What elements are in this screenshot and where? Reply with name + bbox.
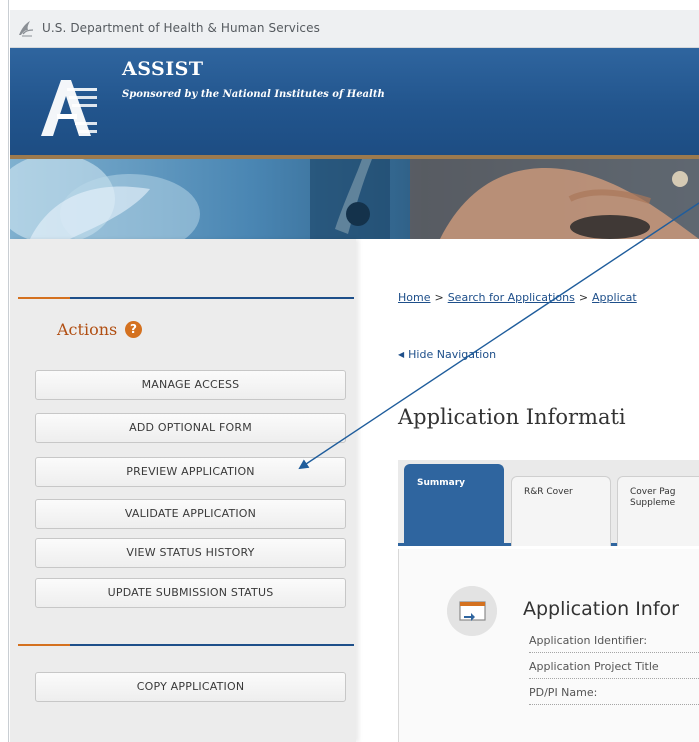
hhs-eagle-icon [19, 21, 34, 37]
view-status-history-button[interactable]: VIEW STATUS HISTORY [35, 538, 346, 568]
update-submission-status-button[interactable]: UPDATE SUBMISSION STATUS [35, 578, 346, 608]
assist-a-logo[interactable] [35, 76, 97, 138]
sidebar-divider-accent [18, 297, 70, 299]
field-row: Application Project Title [529, 655, 699, 679]
actions-heading: Actions [57, 320, 118, 339]
section-title: Application Infor [523, 598, 679, 620]
assist-header: ASSIST Sponsored by the National Institu… [10, 48, 699, 155]
tab-label-line2: Suppleme [630, 498, 676, 508]
preview-application-button[interactable]: PREVIEW APPLICATION [35, 457, 346, 487]
hhs-banner: U.S. Department of Health & Human Servic… [10, 10, 699, 48]
field-label-application-identifier: Application Identifier: [529, 634, 648, 647]
breadcrumb-search-applications[interactable]: Search for Applications [448, 291, 575, 304]
lab-photo-image [10, 159, 699, 239]
hide-navigation-link[interactable]: ◀ Hide Navigation [398, 348, 496, 361]
window-edge [0, 0, 9, 742]
manage-access-button[interactable]: MANAGE ACCESS [35, 370, 346, 400]
app-subtitle: Sponsored by the National Institutes of … [122, 89, 385, 100]
browser-viewport: U.S. Department of Health & Human Servic… [0, 0, 699, 742]
tab-cover-page-supplement[interactable]: Cover Pag Suppleme [617, 476, 699, 546]
tab-label: R&R Cover [524, 487, 573, 497]
breadcrumb-home[interactable]: Home [398, 291, 430, 304]
field-label-pdpi-name: PD/PI Name: [529, 686, 598, 699]
validate-application-button[interactable]: VALIDATE APPLICATION [35, 499, 346, 529]
breadcrumb-separator: > [434, 291, 444, 304]
breadcrumb: Home > Search for Applications > Applicat [398, 291, 637, 304]
triangle-left-icon: ◀ [398, 350, 405, 359]
tab-bar: Summary R&R Cover Cover Pag Suppleme [398, 460, 699, 546]
breadcrumb-application[interactable]: Applicat [592, 291, 637, 304]
sidebar-divider-accent [18, 644, 70, 646]
copy-application-button[interactable]: COPY APPLICATION [35, 672, 346, 702]
page-title: Application Informati [398, 405, 626, 429]
tab-rr-cover[interactable]: R&R Cover [511, 476, 611, 546]
summary-panel: Application Infor Application Identifier… [398, 549, 699, 742]
window-arrow-icon [447, 586, 497, 636]
header-photo-banner [10, 159, 699, 239]
app-title: ASSIST [122, 58, 204, 80]
actions-sidebar: Actions ? MANAGE ACCESS ADD OPTIONAL FOR… [10, 239, 356, 742]
tab-summary[interactable]: Summary [404, 464, 504, 546]
breadcrumb-separator: > [578, 291, 589, 304]
hhs-link[interactable]: U.S. Department of Health & Human Servic… [42, 21, 320, 35]
field-row: PD/PI Name: [529, 681, 699, 705]
field-row: Application Identifier: [529, 629, 699, 653]
tab-label: Summary [417, 478, 466, 488]
hide-navigation-label: Hide Navigation [408, 348, 497, 361]
tab-label: Cover Pag [630, 487, 676, 497]
help-icon[interactable]: ? [125, 321, 142, 338]
field-label-project-title: Application Project Title [529, 660, 659, 673]
add-optional-form-button[interactable]: ADD OPTIONAL FORM [35, 413, 346, 443]
